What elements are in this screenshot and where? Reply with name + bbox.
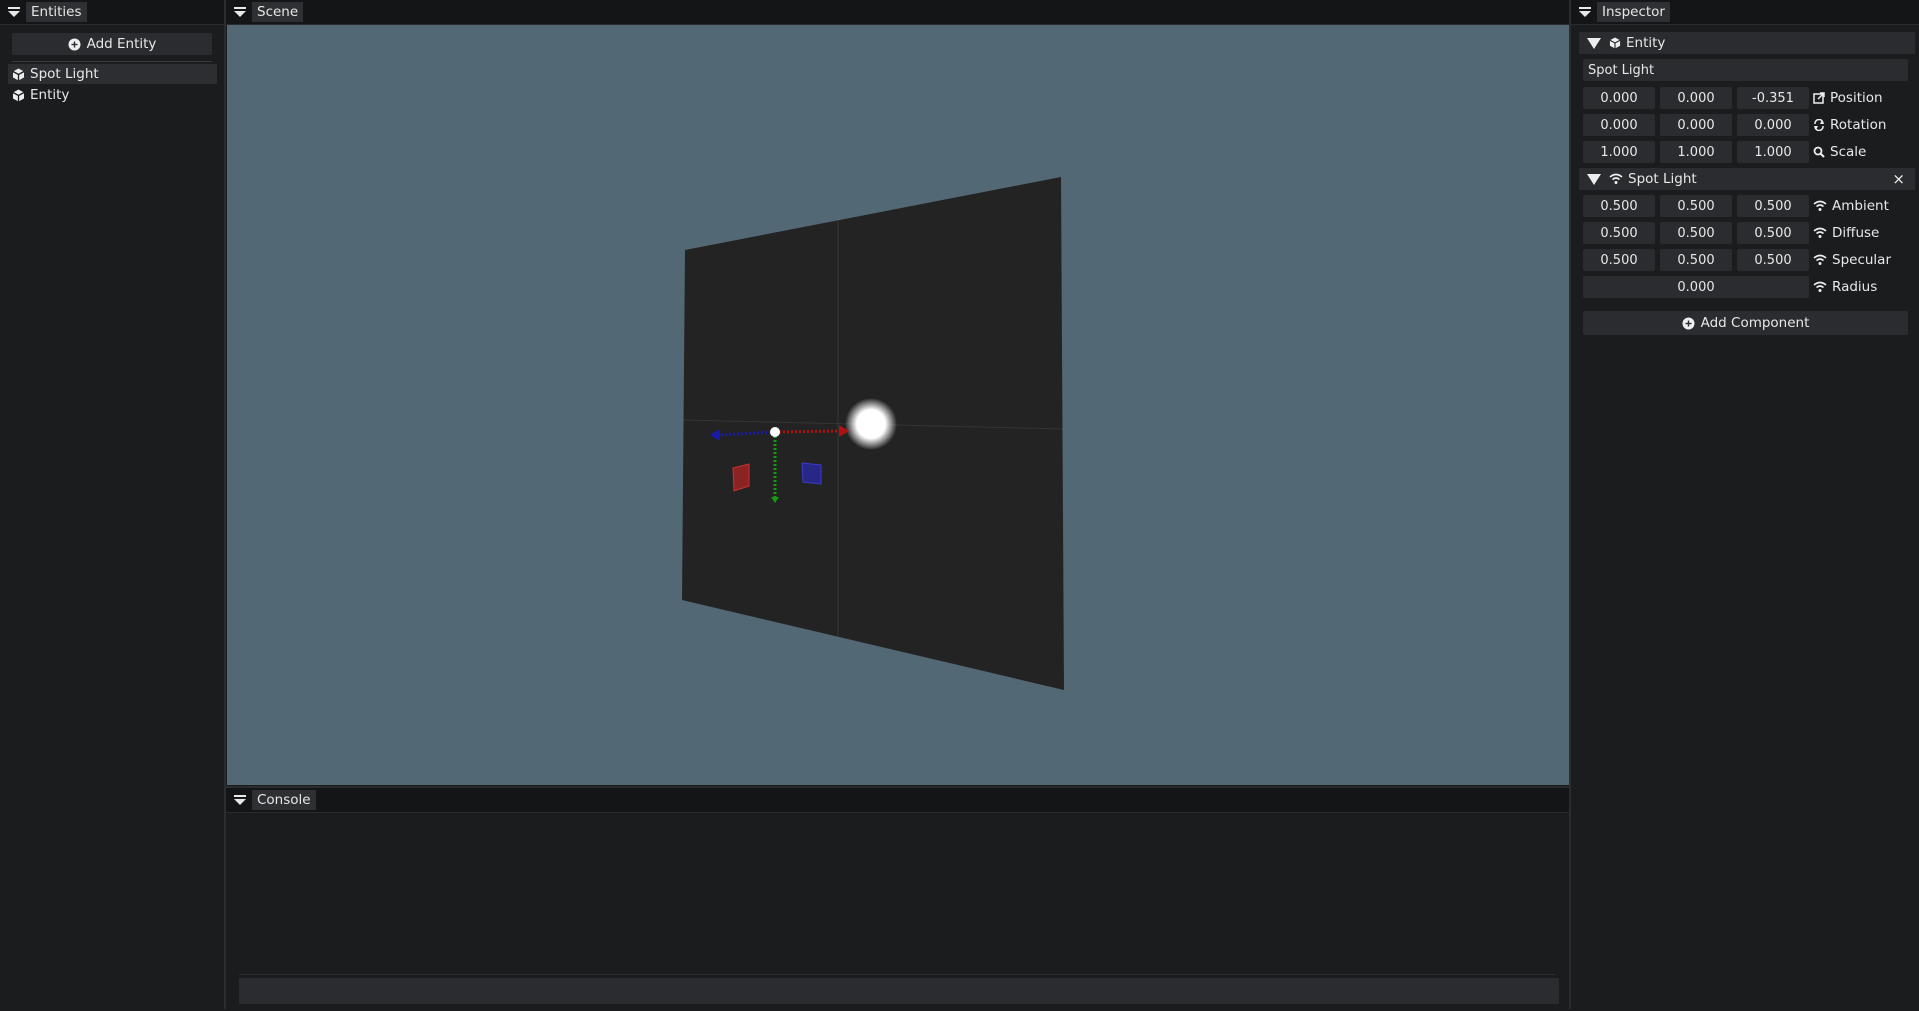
collapse-menu-icon[interactable] — [1578, 5, 1592, 19]
add-entity-label: Add Entity — [86, 36, 157, 52]
cube-icon — [1609, 37, 1621, 49]
inspector-panel-header: Inspector — [1571, 0, 1919, 25]
console-panel-header: Console — [226, 788, 1569, 813]
scene-render — [682, 177, 1064, 690]
collapse-menu-icon[interactable] — [233, 793, 247, 807]
scene-viewport[interactable] — [227, 25, 1569, 785]
scale-label: Scale — [1813, 141, 1866, 163]
entities-panel: Entities Add Entity Spot Light Entity — [0, 0, 225, 1009]
add-component-button[interactable]: Add Component — [1583, 311, 1908, 335]
tab-scene[interactable]: Scene — [252, 2, 304, 22]
cube-icon — [12, 68, 25, 80]
cube-icon — [12, 89, 25, 101]
wifi-icon — [1813, 200, 1827, 211]
console-divider — [239, 974, 1555, 975]
divider — [12, 61, 212, 62]
tab-console[interactable]: Console — [252, 790, 316, 810]
position-y-field[interactable] — [1660, 87, 1732, 109]
tab-entities[interactable]: Entities — [26, 2, 87, 22]
collapse-menu-icon[interactable] — [233, 5, 247, 19]
plus-circle-icon — [68, 38, 81, 50]
refresh-icon — [1814, 119, 1824, 131]
diffuse-g-field[interactable] — [1660, 222, 1732, 244]
diffuse-b-field[interactable] — [1737, 222, 1809, 244]
specular-b-field[interactable] — [1737, 249, 1809, 271]
entity-item-label: Spot Light — [30, 66, 99, 82]
rotation-z-field[interactable] — [1737, 114, 1809, 136]
inspector-panel: Inspector Entity Position Rotati — [1571, 0, 1919, 1009]
spot-light-section-header[interactable]: Spot Light × — [1579, 168, 1915, 190]
wifi-icon — [1813, 281, 1827, 292]
tab-inspector[interactable]: Inspector — [1597, 2, 1670, 22]
ambient-g-field[interactable] — [1660, 195, 1732, 217]
specular-g-field[interactable] — [1660, 249, 1732, 271]
plus-circle-icon — [1682, 317, 1695, 329]
console-input[interactable] — [239, 978, 1559, 1004]
scene-panel: Scene — [226, 0, 1569, 786]
add-entity-button[interactable]: Add Entity — [12, 33, 212, 55]
light-source — [845, 398, 897, 450]
rotation-y-field[interactable] — [1660, 114, 1732, 136]
expand-triangle-icon — [1587, 37, 1601, 49]
rotation-label: Rotation — [1813, 114, 1886, 136]
add-component-label: Add Component — [1700, 315, 1810, 331]
remove-component-button[interactable]: × — [1892, 170, 1905, 188]
entity-section-header[interactable]: Entity — [1579, 32, 1915, 54]
specular-r-field[interactable] — [1583, 249, 1655, 271]
scale-z-field[interactable] — [1737, 141, 1809, 163]
console-panel: Console — [226, 786, 1569, 1011]
position-label: Position — [1813, 87, 1883, 109]
rotation-x-field[interactable] — [1583, 114, 1655, 136]
specular-label: Specular — [1813, 249, 1891, 271]
collapse-menu-icon[interactable] — [7, 5, 21, 19]
external-link-icon — [1813, 92, 1825, 104]
magnify-icon — [1813, 146, 1825, 158]
scene-panel-header: Scene — [226, 0, 1569, 25]
entity-section-title: Entity — [1626, 35, 1666, 51]
radius-label: Radius — [1813, 276, 1877, 298]
scale-x-field[interactable] — [1583, 141, 1655, 163]
ambient-label: Ambient — [1813, 195, 1889, 217]
entity-name-field[interactable] — [1583, 59, 1908, 81]
entity-item-label: Entity — [30, 87, 70, 103]
entity-item-spot-light[interactable]: Spot Light — [8, 64, 217, 84]
wifi-icon — [1813, 254, 1827, 265]
diffuse-r-field[interactable] — [1583, 222, 1655, 244]
position-x-field[interactable] — [1583, 87, 1655, 109]
wifi-icon — [1813, 227, 1827, 238]
entities-panel-header: Entities — [0, 0, 225, 25]
position-z-field[interactable] — [1737, 87, 1809, 109]
wifi-icon — [1609, 173, 1623, 184]
radius-field[interactable] — [1583, 276, 1809, 298]
scale-y-field[interactable] — [1660, 141, 1732, 163]
ambient-r-field[interactable] — [1583, 195, 1655, 217]
expand-triangle-icon — [1587, 173, 1601, 185]
diffuse-label: Diffuse — [1813, 222, 1879, 244]
entity-item-entity[interactable]: Entity — [8, 85, 217, 105]
ambient-b-field[interactable] — [1737, 195, 1809, 217]
spot-light-section-title: Spot Light — [1628, 171, 1697, 187]
